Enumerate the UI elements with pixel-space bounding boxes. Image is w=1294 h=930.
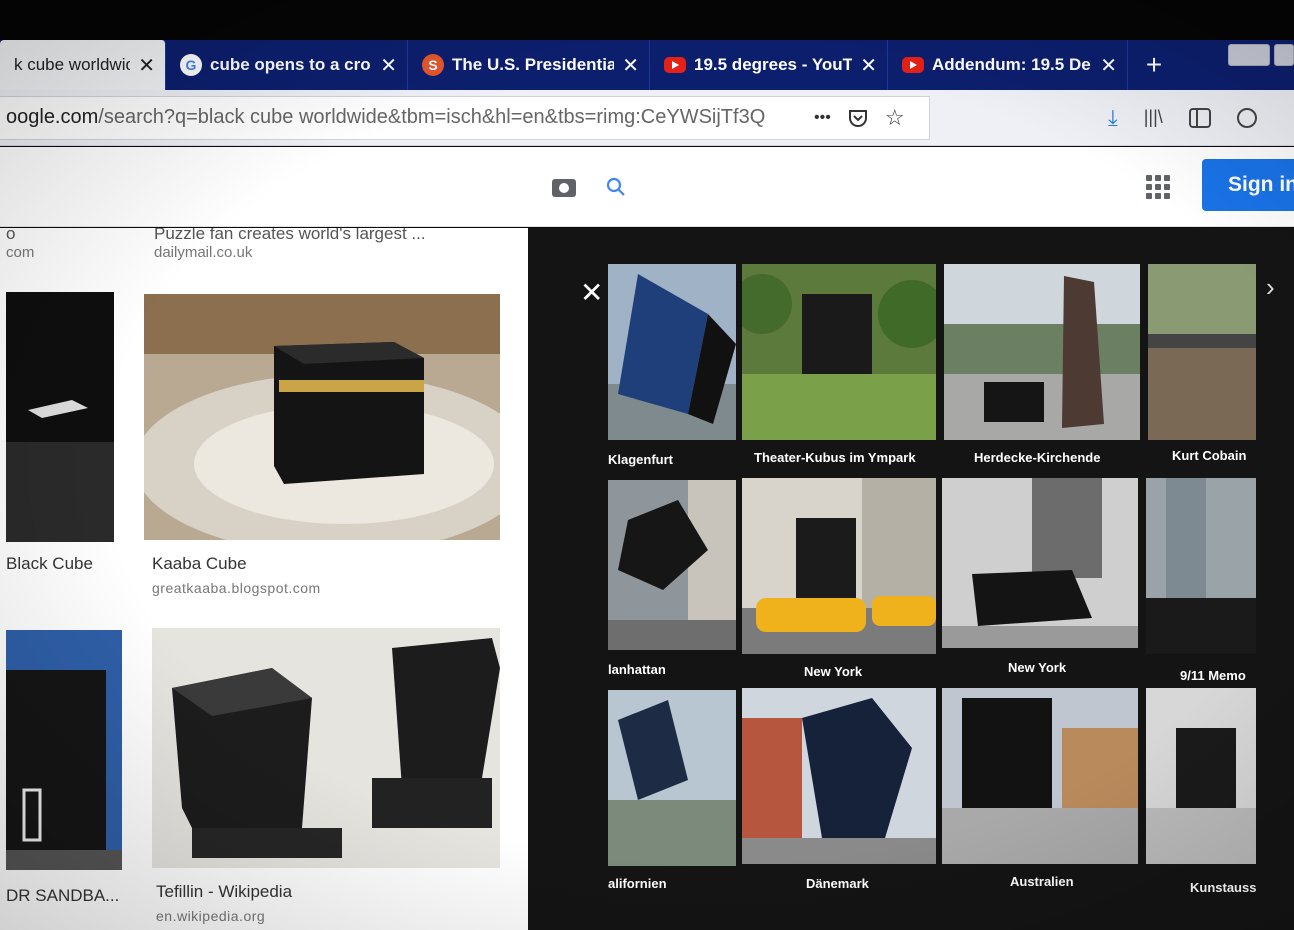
collage-caption: Herdecke-Kirchende bbox=[974, 450, 1101, 465]
close-icon[interactable]: ✕ bbox=[138, 53, 155, 78]
tab-youtube-addendum[interactable]: Addendum: 19.5 De ✕ bbox=[888, 40, 1128, 90]
tab-title: 19.5 degrees - YouT bbox=[694, 55, 853, 74]
screen-bezel bbox=[0, 0, 1294, 40]
url-bar[interactable]: oogle.com/search?q=black cube worldwide&… bbox=[0, 95, 930, 140]
collage-caption: lanhattan bbox=[608, 662, 666, 677]
collage-caption: Australien bbox=[1010, 874, 1074, 889]
collage-tile-klagenfurt[interactable] bbox=[608, 264, 736, 440]
download-icon[interactable]: ⤓ bbox=[1108, 105, 1118, 131]
collage-tile-kurt-cobain[interactable] bbox=[1148, 264, 1256, 440]
url-text[interactable]: oogle.com/search?q=black cube worldwide&… bbox=[0, 106, 780, 129]
result-image-black-building[interactable] bbox=[6, 630, 122, 870]
result-title-cut[interactable]: Puzzle fan creates world's largest ... bbox=[154, 228, 426, 244]
close-icon[interactable]: ✕ bbox=[622, 53, 639, 78]
new-tab-button[interactable]: + bbox=[1128, 40, 1180, 90]
tab-title: cube opens to a cro bbox=[210, 55, 371, 74]
search-icon[interactable] bbox=[604, 175, 628, 199]
sidebar-icon[interactable] bbox=[1188, 107, 1211, 128]
more-actions-icon[interactable]: ••• bbox=[814, 109, 831, 127]
result-source: en.wikipedia.org bbox=[156, 908, 266, 924]
collage-tile-herdecke[interactable] bbox=[944, 264, 1140, 440]
camera-icon[interactable] bbox=[552, 179, 576, 197]
collage-caption: New York bbox=[1008, 660, 1067, 675]
bookmark-star-icon[interactable]: ☆ bbox=[885, 105, 905, 131]
collage-tile-australien[interactable] bbox=[942, 688, 1138, 864]
collage-tile-danemark[interactable] bbox=[742, 688, 936, 864]
image-results-grid: o com Puzzle fan creates world's largest… bbox=[0, 228, 528, 930]
collage-tile-new-york-2[interactable] bbox=[942, 478, 1138, 648]
minimize-button[interactable] bbox=[1228, 44, 1270, 66]
close-icon[interactable]: ✕ bbox=[860, 53, 877, 78]
image-viewer-panel: ✕ ‹ › Klagenfurt Theater-Kubus im Ympark… bbox=[528, 228, 1294, 930]
search-header: Sign in bbox=[0, 147, 1294, 227]
result-caption[interactable]: DR SANDBA... bbox=[6, 886, 119, 906]
collage-tile-911-memorial[interactable] bbox=[1146, 478, 1256, 654]
result-title-cut[interactable]: o bbox=[6, 228, 15, 244]
result-image-black-cube[interactable] bbox=[6, 292, 114, 542]
collage-caption: 9/11 Memo bbox=[1180, 668, 1246, 683]
nav-bar: oogle.com/search?q=black cube worldwide&… bbox=[0, 90, 1294, 146]
collage-tile-kalifornien[interactable] bbox=[608, 690, 736, 866]
tab-title: k cube worldwid bbox=[14, 55, 131, 74]
tab-title: The U.S. Presidentia bbox=[452, 55, 615, 74]
result-source: greatkaaba.blogspot.com bbox=[152, 580, 321, 596]
library-icon[interactable]: |||\ bbox=[1144, 107, 1163, 128]
result-source-cut: com bbox=[6, 244, 35, 261]
result-source-cut: dailymail.co.uk bbox=[154, 244, 253, 261]
tab-strip: k cube worldwid ✕ G cube opens to a cro … bbox=[0, 40, 1294, 90]
collage-caption: Theater-Kubus im Ympark bbox=[754, 450, 916, 465]
collage-tile-theater-kubus[interactable] bbox=[742, 264, 936, 440]
collage-caption: Kunstauss bbox=[1190, 880, 1257, 895]
pocket-icon[interactable] bbox=[847, 107, 869, 129]
close-icon[interactable]: ✕ bbox=[580, 276, 603, 309]
tab-title: Addendum: 19.5 De bbox=[932, 55, 1091, 74]
chevron-right-icon[interactable]: › bbox=[1266, 272, 1275, 303]
collage-caption: New York bbox=[804, 664, 863, 679]
result-image-kaaba[interactable] bbox=[144, 294, 500, 540]
collage-tile-new-york-1[interactable] bbox=[742, 478, 936, 654]
sign-in-button[interactable]: Sign in bbox=[1202, 159, 1294, 211]
collage-tile-manhattan[interactable] bbox=[608, 480, 736, 650]
collage-tile-kunstausstellung[interactable] bbox=[1146, 688, 1256, 864]
tab-cube-opens[interactable]: G cube opens to a cro ✕ bbox=[166, 40, 408, 90]
result-caption[interactable]: Tefillin - Wikipedia bbox=[156, 882, 292, 902]
account-icon[interactable] bbox=[1236, 107, 1257, 128]
sumo-icon: S bbox=[422, 54, 444, 76]
collage-caption: Dänemark bbox=[806, 876, 869, 891]
result-image-tefillin[interactable] bbox=[152, 628, 500, 868]
window-controls bbox=[1180, 40, 1294, 90]
tab-youtube-19-5-degrees[interactable]: 19.5 degrees - YouT ✕ bbox=[650, 40, 888, 90]
apps-grid-icon[interactable] bbox=[1146, 175, 1170, 199]
maximize-button[interactable] bbox=[1274, 44, 1294, 66]
close-icon[interactable]: ✕ bbox=[1100, 53, 1117, 78]
collage-caption: alifornien bbox=[608, 876, 667, 891]
tab-us-presidential[interactable]: S The U.S. Presidentia ✕ bbox=[408, 40, 650, 90]
youtube-icon bbox=[664, 57, 686, 73]
result-caption[interactable]: Black Cube bbox=[6, 554, 93, 574]
close-icon[interactable]: ✕ bbox=[380, 53, 397, 78]
collage-caption: Kurt Cobain bbox=[1172, 448, 1247, 463]
collage-caption: Klagenfurt bbox=[608, 452, 673, 467]
google-icon: G bbox=[180, 54, 202, 76]
result-caption[interactable]: Kaaba Cube bbox=[152, 554, 247, 574]
youtube-icon bbox=[902, 57, 924, 73]
tab-black-cube-search[interactable]: k cube worldwid ✕ bbox=[0, 40, 166, 90]
